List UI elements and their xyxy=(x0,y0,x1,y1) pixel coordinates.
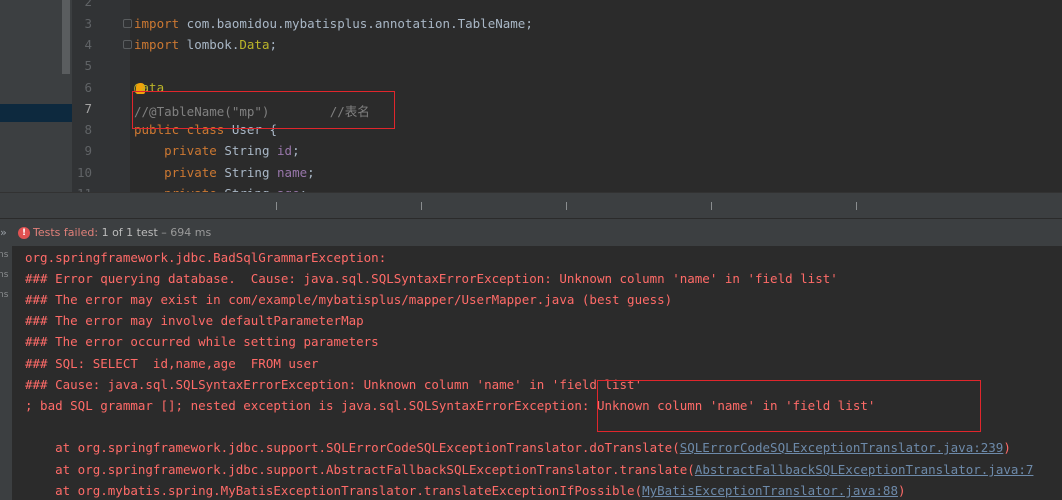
code-line-3[interactable]: import com.baomidou.mybatisplus.annotati… xyxy=(134,16,533,31)
line-number: 2 xyxy=(84,0,92,9)
line-number: 8 xyxy=(84,122,92,137)
console-output[interactable]: ns ns ns org.springframework.jdbc.BadSql… xyxy=(0,246,1062,500)
fold-icon[interactable] xyxy=(123,40,132,49)
test-status-bar: » ! Tests failed: 1 of 1 test – 694 ms xyxy=(0,218,1062,247)
stack-frame: at org.springframework.jdbc.support.SQLE… xyxy=(25,440,1011,455)
error-icon: ! xyxy=(18,227,30,239)
stack-frame-link[interactable]: AbstractFallbackSQLExceptionTranslator.j… xyxy=(695,462,1034,477)
code-line-4[interactable]: import lombok.Data; xyxy=(134,37,277,52)
stack-frame: at org.mybatis.spring.MyBatisExceptionTr… xyxy=(25,483,906,498)
code-line-9[interactable]: private String id; xyxy=(134,143,300,158)
console-line: ### The error may exist in com/example/m… xyxy=(25,292,673,307)
console-line: org.springframework.jdbc.BadSqlGrammarEx… xyxy=(25,250,387,265)
console-line: ### The error occurred while setting par… xyxy=(25,334,379,349)
stack-frame-link[interactable]: SQLErrorCodeSQLExceptionTranslator.java:… xyxy=(680,440,1004,455)
test-result-summary: Tests failed: 1 of 1 test – 694 ms xyxy=(33,226,212,239)
console-line: ### SQL: SELECT id,name,age FROM user xyxy=(25,356,319,371)
console-line: ### The error may involve defaultParamet… xyxy=(25,313,364,328)
line-number: 6 xyxy=(84,80,92,95)
line-number-gutter: 2 3 4 5 6 7 8 9 10 11 xyxy=(72,0,130,192)
line-number: 9 xyxy=(84,143,92,158)
line-number: 3 xyxy=(84,16,92,31)
highlight-box-unknown-column xyxy=(597,380,981,432)
stack-frame: at org.springframework.jdbc.support.Abst… xyxy=(25,462,1034,477)
test-tree-strip: ns ns ns xyxy=(0,246,12,500)
console-line: ### Cause: java.sql.SQLSyntaxErrorExcept… xyxy=(25,377,643,392)
code-line-10[interactable]: private String name; xyxy=(134,165,315,180)
line-number: 5 xyxy=(84,58,92,73)
fold-icon[interactable] xyxy=(123,19,132,28)
line-number-current: 7 xyxy=(84,101,92,116)
panel-splitter[interactable] xyxy=(0,192,1062,219)
code-editor[interactable]: 2 3 4 5 6 7 8 9 10 11 import com.baomido… xyxy=(0,0,1062,192)
line-number: 4 xyxy=(84,37,92,52)
expand-chevron-icon[interactable]: » xyxy=(0,226,7,239)
highlight-box-tablename xyxy=(132,91,395,129)
line-number: 10 xyxy=(76,165,92,180)
console-line: ### Error querying database. Cause: java… xyxy=(25,271,838,286)
stack-frame-link[interactable]: MyBatisExceptionTranslator.java:88 xyxy=(642,483,898,498)
